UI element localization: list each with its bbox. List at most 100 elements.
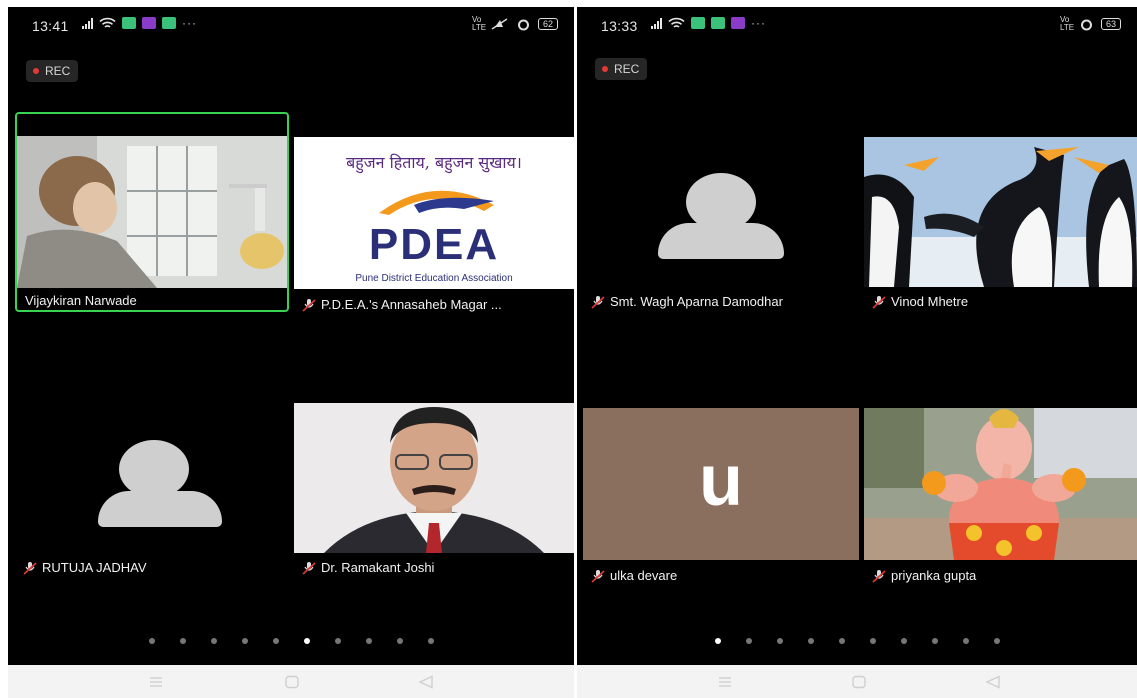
- volte-icon: Vo LTE: [471, 15, 487, 32]
- battery-icon: 62: [537, 18, 558, 30]
- page-dot[interactable]: [365, 638, 372, 644]
- page-dot[interactable]: [272, 638, 279, 644]
- notification-app-icon: [731, 17, 745, 29]
- page-dot[interactable]: [962, 638, 969, 644]
- page-indicator[interactable]: [8, 638, 574, 644]
- system-nav-bar: [577, 665, 1137, 698]
- notification-app-icon: [711, 17, 725, 29]
- page-dot[interactable]: [714, 638, 721, 644]
- page-dot[interactable]: [807, 638, 814, 644]
- phone-screen-left: 13:41 ··· Vo LTE 62 REC Vijaykiran Narwa…: [8, 7, 574, 698]
- pdea-full-name: Pune District Education Association: [355, 273, 513, 284]
- video-tile[interactable]: बहुजन हिताय, बहुजन सुखाय। PDEA Pune Dist…: [294, 112, 574, 312]
- wifi-icon: [668, 17, 685, 28]
- muted-mic-icon: [23, 561, 37, 575]
- rec-badge[interactable]: REC: [26, 60, 79, 82]
- sunrise-emblem-icon: [379, 190, 494, 215]
- volte-icon: Vo LTE: [1059, 15, 1075, 32]
- pdea-logo: बहुजन हिताय, बहुजन सुखाय। PDEA Pune Dist…: [294, 137, 574, 289]
- page-dot[interactable]: [179, 638, 186, 644]
- video-tile[interactable]: priyanka gupta: [864, 408, 1137, 588]
- avatar-initial: u: [699, 441, 743, 521]
- wifi-icon: [99, 17, 116, 28]
- avatar-placeholder-body: [98, 491, 222, 527]
- rec-label: REC: [614, 62, 640, 76]
- notification-app-icon: [122, 17, 136, 29]
- page-dot[interactable]: [241, 638, 248, 644]
- signal-icon: [82, 17, 93, 29]
- home-icon[interactable]: [284, 675, 300, 689]
- avatar-placeholder-body: [658, 223, 784, 259]
- participant-name-label: ulka devare: [610, 568, 678, 583]
- page-dot[interactable]: [334, 638, 341, 644]
- page-dot[interactable]: [900, 638, 907, 644]
- overflow-dots: ···: [182, 16, 197, 30]
- video-tile[interactable]: Smt. Wagh Aparna Damodhar: [583, 137, 859, 317]
- page-dot[interactable]: [396, 638, 403, 644]
- participant-name: RUTUJA JADHAV: [23, 560, 147, 575]
- page-dot[interactable]: [745, 638, 752, 644]
- page-dot[interactable]: [210, 638, 217, 644]
- participant-name-label: Vinod Mhetre: [891, 294, 969, 309]
- status-time: 13:33: [601, 18, 638, 34]
- page-dot[interactable]: [838, 638, 845, 644]
- participant-name: P.D.E.A.'s Annasaheb Magar ...: [302, 297, 502, 312]
- rec-label: REC: [45, 64, 71, 78]
- video-tile[interactable]: Vijaykiran Narwade: [15, 112, 289, 312]
- participant-name: priyanka gupta: [872, 568, 976, 583]
- status-bar: 13:33 ··· Vo LTE 63: [577, 7, 1137, 43]
- muted-mic-icon: [591, 569, 605, 583]
- video-tile[interactable]: Dr. Ramakant Joshi: [294, 403, 574, 583]
- status-time: 13:41: [32, 18, 69, 34]
- participant-name-label: Vijaykiran Narwade: [25, 293, 137, 308]
- download-icon: [162, 17, 176, 29]
- back-icon[interactable]: [985, 675, 1001, 689]
- page-dot[interactable]: [148, 638, 155, 644]
- participant-video: [864, 137, 1137, 287]
- download-icon: [691, 17, 705, 29]
- avatar-placeholder-icon: [119, 440, 189, 498]
- participant-name: Vijaykiran Narwade: [25, 293, 137, 308]
- video-tile[interactable]: u ulka devare: [583, 408, 859, 588]
- alarm-icon: [1080, 19, 1092, 30]
- rec-dot-icon: [33, 68, 39, 74]
- menu-icon[interactable]: [148, 675, 164, 689]
- participant-name-label: priyanka gupta: [891, 568, 977, 583]
- system-nav-bar: [8, 665, 574, 698]
- participant-name-label: Smt. Wagh Aparna Damodhar: [610, 294, 783, 309]
- battery-icon: 63: [1100, 18, 1121, 30]
- back-icon[interactable]: [418, 675, 434, 689]
- status-bar: 13:41 ··· Vo LTE 62: [8, 7, 574, 43]
- signal-icon: [651, 17, 662, 29]
- video-tile[interactable]: RUTUJA JADHAV: [15, 403, 289, 583]
- participant-name: Dr. Ramakant Joshi: [302, 560, 434, 575]
- participant-video: [864, 408, 1137, 560]
- muted-mic-icon: [302, 561, 316, 575]
- participant-name-label: P.D.E.A.'s Annasaheb Magar ...: [321, 297, 502, 312]
- participant-video: [17, 136, 287, 288]
- page-dot[interactable]: [776, 638, 783, 644]
- page-dot[interactable]: [931, 638, 938, 644]
- participant-name: Vinod Mhetre: [872, 294, 968, 309]
- page-dot[interactable]: [993, 638, 1000, 644]
- alarm-icon: [517, 19, 529, 30]
- participant-name: Smt. Wagh Aparna Damodhar: [591, 294, 783, 309]
- page-dot[interactable]: [869, 638, 876, 644]
- participant-name-label: Dr. Ramakant Joshi: [321, 560, 435, 575]
- rec-badge[interactable]: REC: [595, 58, 648, 80]
- overflow-dots: ···: [751, 16, 766, 30]
- video-tile[interactable]: Vinod Mhetre: [864, 137, 1137, 317]
- page-dot[interactable]: [427, 638, 434, 644]
- mute-bell-icon: [491, 18, 508, 30]
- notification-app-icon: [142, 17, 156, 29]
- pdea-motto: बहुजन हिताय, बहुजन सुखाय।: [346, 153, 522, 172]
- phone-screen-right: 13:33 ··· Vo LTE 63 REC Smt. Wagh Aparna …: [577, 7, 1137, 698]
- home-icon[interactable]: [851, 675, 867, 689]
- participant-video: [294, 403, 574, 553]
- page-indicator[interactable]: [577, 638, 1137, 644]
- rec-dot-icon: [602, 66, 608, 72]
- muted-mic-icon: [872, 569, 886, 583]
- page-dot[interactable]: [303, 638, 310, 644]
- participant-name-label: RUTUJA JADHAV: [42, 560, 147, 575]
- menu-icon[interactable]: [717, 675, 733, 689]
